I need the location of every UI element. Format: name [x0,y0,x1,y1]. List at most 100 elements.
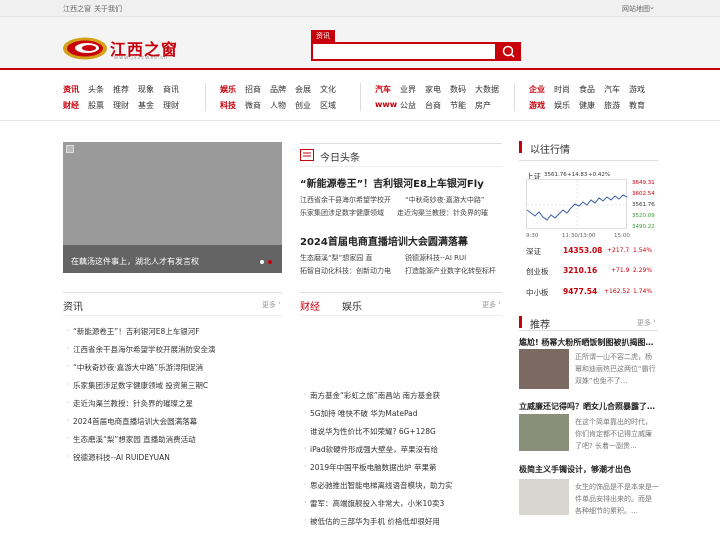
market-row-name[interactable]: 创业板 [526,266,549,277]
nav-item[interactable]: 理财 [163,100,179,111]
nav-item[interactable]: 财经 [63,100,79,111]
market-pct: +0.42% [588,172,611,178]
search-input[interactable] [311,42,497,61]
recommend-more-link[interactable]: 更多 [637,318,651,328]
nav-item[interactable]: 商讯 [163,84,179,95]
nav-item[interactable]: 创业 [295,100,311,111]
topbar-sitemap-link[interactable]: 网站地图 [622,4,650,14]
market-row-name[interactable]: 深证 [526,246,541,257]
headline-2-sub[interactable]: 打造能源产业数字化转型标杆 [405,266,496,276]
chevron-right-icon: › [653,317,656,325]
list-item[interactable]: 走近沟渠兰教授：针灸界的璀璨之星 [67,398,193,409]
nav-item[interactable]: 数码 [450,84,466,95]
list-item[interactable]: 雷军：高端旗舰投入非常大，小米10卖3 [304,498,444,509]
nav-item[interactable]: 食品 [579,84,595,95]
headline-2-sub[interactable]: 锐德源科技--AI RUI [405,253,466,263]
nav-item[interactable]: 大数据 [475,84,499,95]
nav-item[interactable]: 汽车 [375,84,391,95]
list-item[interactable]: 南方基金“彩虹之旅”南昌站 南方基金获 [304,390,440,401]
nav-item[interactable]: 区域 [320,100,336,111]
headline-1-sub[interactable]: 乐家集团涉足数字健康领域 [300,208,384,218]
headline-1-sub[interactable]: “中秋奇妙夜·嘉游大中路” [405,195,484,205]
nav-item[interactable]: 理财 [113,100,129,111]
nav-item[interactable]: 股票 [88,100,104,111]
tab-yule[interactable]: 娱乐 [342,298,362,313]
recommend-desc: 女生的饰品是不是本来是一 [575,483,659,491]
recommend-item-title[interactable]: 极简主义手镯设计，够潮才出色 [519,464,631,475]
nav-item[interactable]: 台商 [425,100,441,111]
nav-item[interactable]: 推荐 [113,84,129,95]
list-item[interactable]: 2024首届电商直播培训大会圆满落幕 [67,416,197,427]
nav-item[interactable]: 公益 [400,100,416,111]
topbar-about-link[interactable]: 关于我们 [94,4,122,14]
nav-item[interactable]: 汽车 [604,84,620,95]
recommend-thumbnail[interactable] [519,349,569,389]
nav-item[interactable]: 人物 [270,100,286,111]
list-item[interactable]: 江西省余干县海尔希望学校开展消防安全演 [67,344,215,355]
nav-item[interactable]: 科技 [220,100,236,111]
headline-2-sub[interactable]: 生态磨溪“梨”想家园 直 [300,253,372,263]
nav-item[interactable]: 旅游 [604,100,620,111]
recommend-thumbnail[interactable] [519,479,569,515]
headline-2-sub[interactable]: 拓智自动化科技：创新动力电 [300,266,391,276]
list-item[interactable]: 5G加持 唯快不破 华为MatePad [304,408,417,419]
nav-item[interactable]: 招商 [245,84,261,95]
broken-image-icon [66,145,74,153]
list-item[interactable]: 被低估的三部华为手机 价格低却很好用 [304,516,440,527]
market-row-pct: 2.29% [633,267,653,274]
topbar-home-link[interactable]: 江西之窗 [63,4,91,14]
nav-item[interactable]: 会展 [295,84,311,95]
nav-item[interactable]: 教育 [629,100,645,111]
headline-2[interactable]: 2024首届电商直播培训大会圆满落幕 [300,233,468,248]
search-button[interactable] [497,42,521,61]
nav-item[interactable]: 基金 [138,100,154,111]
headline-1[interactable]: “新能源卷王”！吉利银河E8上车银河Fly [300,175,484,190]
nav-item[interactable]: 节能 [450,100,466,111]
nav-item[interactable]: 房产 [475,100,491,111]
nav-item[interactable]: 娱乐 [554,100,570,111]
headline-1-sub[interactable]: 江西省余干县海尔希望学校开 [300,195,391,205]
recommend-item-title[interactable]: 尴尬! 杨幂大粉所晒饭制图被扒揭图… [519,337,653,348]
nav-item[interactable]: 现象 [138,84,154,95]
nav-item[interactable]: 游戏 [529,100,545,111]
recommend-thumbnail[interactable] [519,414,569,451]
tab-caijing[interactable]: 财经 [300,298,320,313]
slide-dot-active[interactable] [268,260,272,264]
headline-1-sub[interactable]: 走近沟渠兰教授：针灸界的璀 [397,208,488,218]
site-logo[interactable]: 江西之窗 www.jxzcwxs.cn [62,36,212,61]
list-item[interactable]: 锐德源科技--AI RUIDEYUAN [67,452,170,463]
caijing-more-link[interactable]: 更多 [482,300,496,310]
featured-slideshow[interactable]: 在藕汤这件事上，湖北人才有发言权 [63,142,282,273]
nav-item[interactable]: 头条 [88,84,104,95]
recommend-desc: 件单品安排出来的。而是 [575,495,652,503]
nav-item[interactable]: 娱乐 [220,84,236,95]
slide-caption[interactable]: 在藕汤这件事上，湖北人才有发言权 [71,256,199,267]
market-row-name[interactable]: 中小板 [526,287,549,298]
list-item[interactable]: “新能源卷王”！吉利银河E8上车银河F [67,326,200,337]
list-item[interactable]: 2019年中国平板电脑数据出炉 苹果第 [304,462,437,473]
list-item[interactable]: 乐家集团涉足数字健康领域 投资第三期C [67,380,208,391]
slide-dot[interactable] [260,260,264,264]
nav-item[interactable]: 时尚 [554,84,570,95]
list-item[interactable]: 谁说华为性价比不如荣耀? 6G+128G [304,426,436,437]
list-item[interactable]: 生态磨溪“梨”想家园 直播助消费活动 [67,434,196,445]
nav-item[interactable]: www [375,100,397,109]
list-item[interactable]: 思必驰推出智能电梯离线语音模块，助力实 [304,480,452,491]
market-sep [519,160,658,161]
nav-item[interactable]: 企业 [529,84,545,95]
zixun-more-link[interactable]: 更多 [262,300,276,310]
nav-item[interactable]: 家电 [425,84,441,95]
nav-item[interactable]: 品牌 [270,84,286,95]
recommend-item-title[interactable]: 立威廉还记得吗？晒女儿合照暴露了… [519,401,655,412]
nav-item[interactable]: 微商 [245,100,261,111]
search-category-tab[interactable]: 资讯 [311,30,335,42]
nav-item[interactable]: 健康 [579,100,595,111]
list-item[interactable]: “中秋奇妙夜·嘉游大中路”乐游浔阳促消 [67,362,203,373]
nav-item[interactable]: 业界 [400,84,416,95]
nav-item[interactable]: 文化 [320,84,336,95]
zixun-title[interactable]: 资讯 [63,298,83,313]
toutiao-sep [300,166,502,167]
nav-item[interactable]: 游戏 [629,84,645,95]
nav-item[interactable]: 资讯 [63,84,79,95]
list-item[interactable]: iPad软硬件形成强大壁垒，苹果没有给 [304,444,438,455]
